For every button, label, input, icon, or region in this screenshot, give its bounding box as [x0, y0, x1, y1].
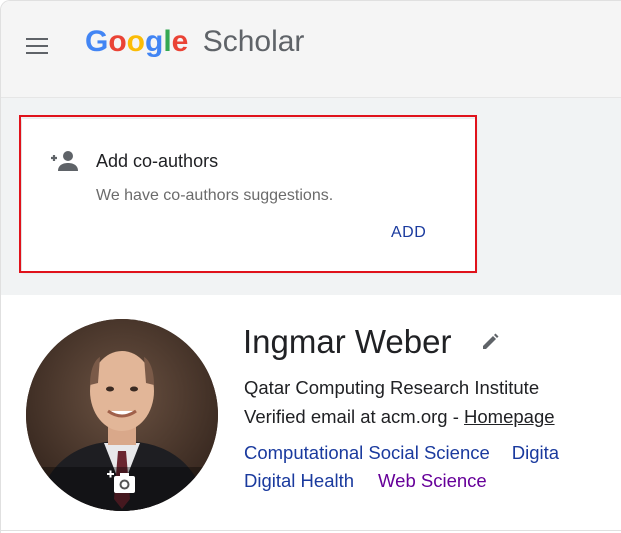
divider: [1, 530, 621, 531]
logo-letter: o: [108, 25, 127, 58]
profile-affiliation: Qatar Computing Research Institute: [244, 377, 540, 398]
interest-link[interactable]: Web Science: [378, 470, 487, 491]
logo-letter: g: [145, 25, 164, 58]
interest-link[interactable]: Computational Social Science: [244, 442, 490, 463]
scholar-wordmark: Scholar: [202, 25, 305, 58]
interests-row-2: Digital Health Web Science: [244, 470, 487, 492]
verified-email-text: Verified email at acm.org -: [244, 406, 465, 427]
interest-link[interactable]: Digita: [512, 442, 559, 463]
hamburger-menu-icon[interactable]: [26, 38, 48, 56]
page-frame: Google Scholar Add co-authors We have co…: [0, 0, 621, 533]
interests-row-1: Computational Social Science Digita: [244, 442, 559, 464]
profile-email-line: Verified email at acm.org - Homepage: [244, 406, 555, 428]
google-scholar-logo[interactable]: Google Scholar: [85, 25, 304, 59]
logo-letter: G: [85, 25, 109, 58]
google-wordmark: Google: [85, 25, 197, 58]
logo-letter: e: [171, 25, 189, 58]
homepage-link[interactable]: Homepage: [464, 406, 555, 427]
logo-letter: o: [126, 25, 145, 58]
top-app-bar: Google Scholar: [1, 1, 621, 98]
logo-letter: l: [163, 25, 172, 58]
edit-pencil-icon[interactable]: [481, 333, 499, 351]
highlight-box: [19, 115, 477, 273]
add-photo-icon[interactable]: [105, 467, 137, 495]
interest-link[interactable]: Digital Health: [244, 470, 354, 491]
profile-name: Ingmar Weber: [243, 323, 452, 360]
